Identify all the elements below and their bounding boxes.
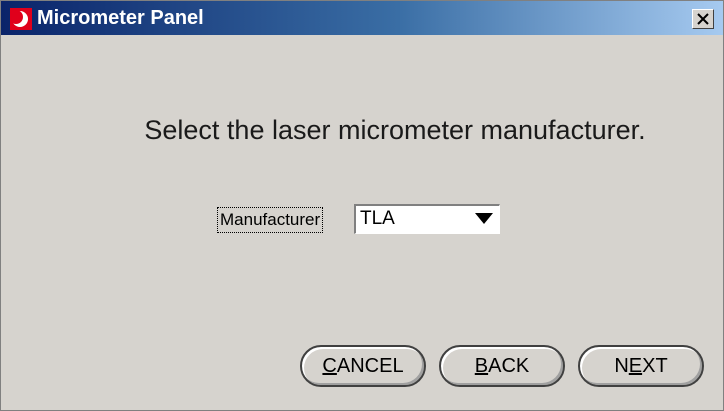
instruction-text: Select the laser micrometer manufacturer… bbox=[144, 115, 646, 145]
window-title: Micrometer Panel bbox=[37, 7, 204, 29]
close-button[interactable] bbox=[692, 9, 714, 29]
back-button[interactable]: BACK bbox=[439, 345, 565, 387]
micrometer-panel-window: Micrometer Panel Select the laser microm… bbox=[0, 0, 724, 411]
back-mnemonic: B bbox=[474, 355, 489, 377]
next-label-prefix: N bbox=[614, 355, 629, 377]
next-mnemonic: E bbox=[628, 355, 643, 377]
back-label-rest: ACK bbox=[488, 355, 530, 377]
next-label-rest: XT bbox=[642, 355, 668, 377]
manufacturer-label: Manufacturer bbox=[217, 207, 324, 233]
close-icon bbox=[697, 13, 709, 25]
cancel-mnemonic: C bbox=[322, 355, 337, 377]
title-bar[interactable]: Micrometer Panel bbox=[1, 1, 723, 35]
manufacturer-dropdown[interactable]: TLA bbox=[354, 204, 500, 234]
next-button[interactable]: NEXT bbox=[578, 345, 704, 387]
cancel-button[interactable]: CANCEL bbox=[300, 345, 426, 387]
manufacturer-selected-value: TLA bbox=[360, 208, 395, 229]
moon-logo-icon bbox=[9, 8, 32, 30]
cancel-label-rest: ANCEL bbox=[336, 355, 404, 377]
dropdown-arrow-icon[interactable] bbox=[475, 213, 493, 224]
